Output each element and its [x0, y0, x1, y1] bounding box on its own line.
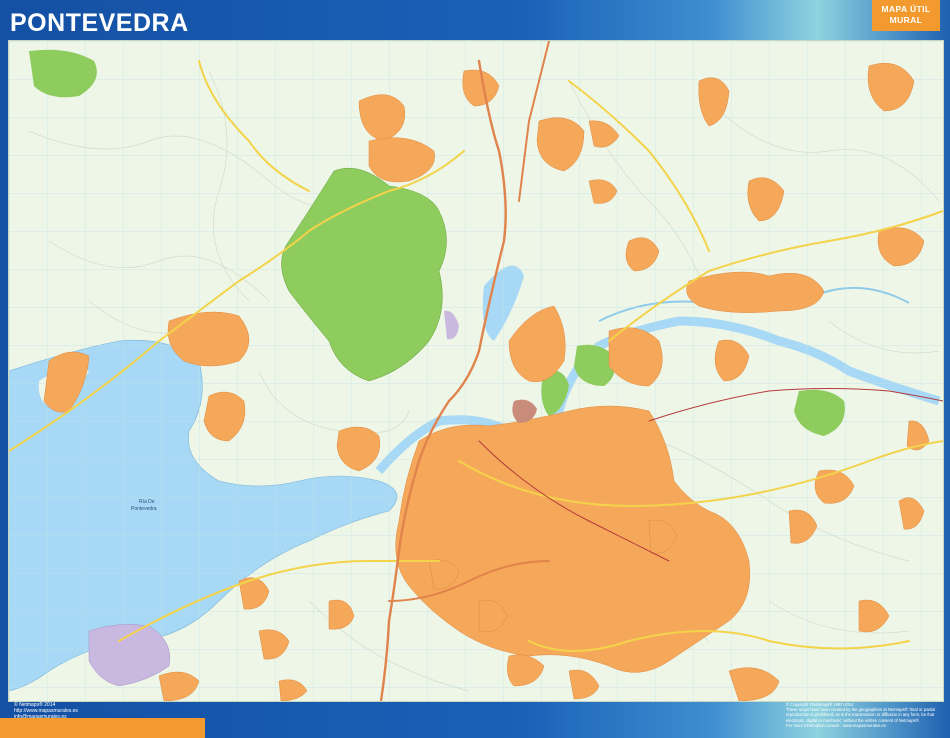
legal-line-5: For more information consult : www.mapas… — [786, 722, 886, 728]
footer-accent-strip — [0, 718, 205, 738]
map-canvas: Ría De Pontevedra — [9, 41, 943, 701]
sea-label-line-1: Ría De — [139, 499, 155, 505]
footer-legal: © Copyright ©Netmaps® 1997-2014 These ma… — [786, 702, 944, 728]
street-map[interactable]: Ría De Pontevedra — [8, 40, 944, 702]
badge-line-1: MAPA ÚTIL — [881, 4, 931, 14]
page-title: PONTEVEDRA — [10, 9, 189, 37]
legal-line-3: reproduction is prohibited; as is the tr… — [786, 712, 935, 718]
brand-badge[interactable]: MAPA ÚTIL MURAL — [872, 0, 940, 31]
badge-line-2: MURAL — [889, 15, 923, 25]
sea-label-line-2: Pontevedra — [131, 506, 157, 512]
